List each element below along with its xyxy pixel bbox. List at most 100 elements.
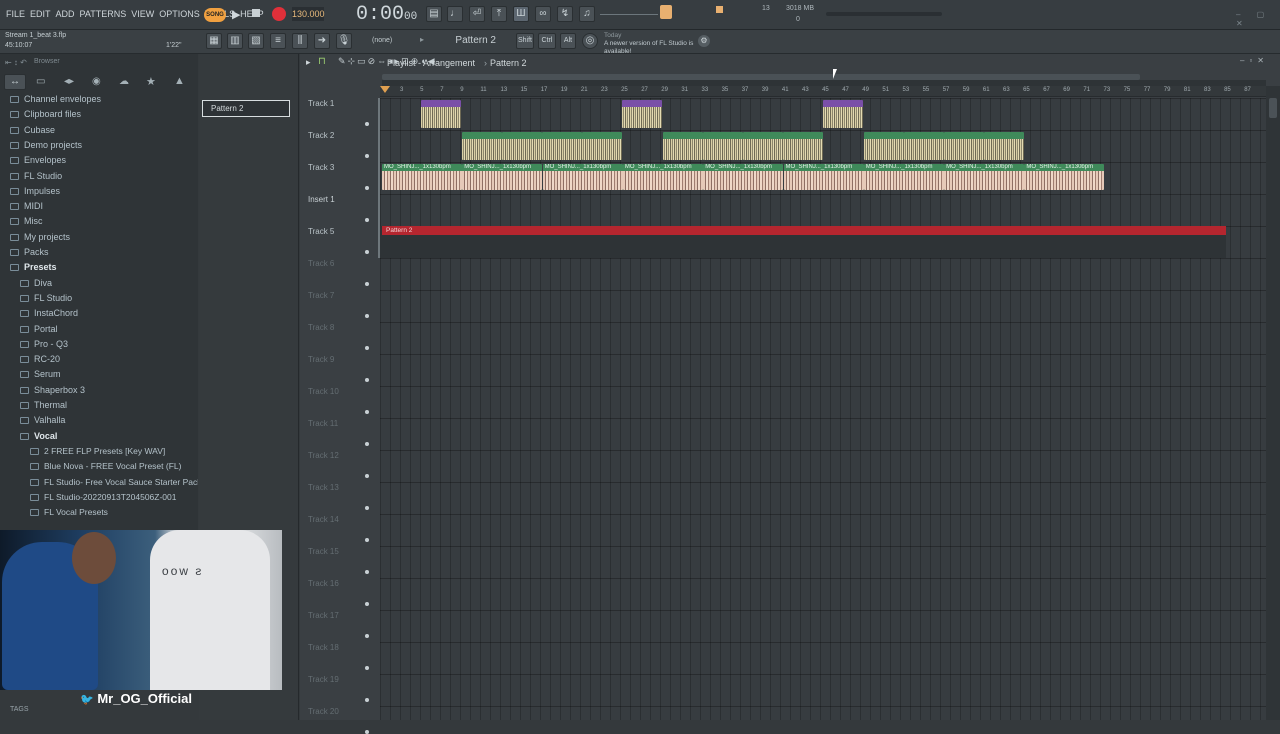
record-button[interactable] (272, 7, 286, 21)
track-name[interactable]: Track 9 (308, 355, 334, 364)
audio-clip[interactable] (542, 132, 582, 160)
menu-file[interactable]: FILE (6, 9, 25, 19)
audio-clip[interactable] (582, 132, 622, 160)
stop-icon[interactable] (252, 9, 260, 17)
shift-button[interactable]: Shift (516, 33, 534, 49)
playhead-marker-icon[interactable] (380, 86, 390, 93)
track-name[interactable]: Track 1 (308, 99, 334, 108)
track-mute-led[interactable] (365, 602, 369, 606)
channel-rack-icon[interactable]: ▧ (248, 33, 264, 49)
vertical-scroll-thumb[interactable] (1269, 98, 1277, 118)
audio-clip[interactable] (904, 132, 944, 160)
blend-notes-icon[interactable]: ↯ (557, 6, 573, 22)
track-mute-led[interactable] (365, 218, 369, 222)
pattern-song-icon[interactable]: ▤ (426, 6, 442, 22)
browser-item[interactable]: FL Studio (20, 293, 72, 308)
browser-item[interactable]: Misc (10, 216, 43, 231)
track-mute-led[interactable] (365, 666, 369, 670)
metronome-icon[interactable]: ♩ (447, 6, 463, 22)
track-mute-led[interactable] (365, 154, 369, 158)
browser-item[interactable]: MIDI (10, 201, 43, 216)
track-mute-led[interactable] (365, 282, 369, 286)
track-name[interactable]: Track 12 (308, 451, 339, 460)
microphone-icon[interactable]: 🎙 (336, 33, 352, 49)
track-name[interactable]: Track 6 (308, 259, 334, 268)
browser-star-icon[interactable]: ★ (146, 75, 156, 88)
menu-view[interactable]: VIEW (131, 9, 154, 19)
magnet-icon[interactable]: ⊓ (318, 56, 326, 67)
time-display[interactable]: 0:0000 (356, 3, 417, 26)
browser-files-icon[interactable]: ▭ (36, 76, 45, 87)
browser-item[interactable]: Clipboard files (10, 109, 81, 124)
audio-clip[interactable] (462, 132, 502, 160)
step-edit-icon[interactable]: Ш (513, 6, 529, 22)
tempo-display[interactable]: 130.000 (292, 7, 325, 21)
browser-plugins-icon[interactable]: ◂▸ (64, 76, 74, 87)
browser-item[interactable]: Diva (20, 278, 52, 293)
ctrl-button[interactable]: Ctrl (538, 33, 556, 49)
audio-clip[interactable] (864, 132, 904, 160)
menu-patterns[interactable]: PATTERNS (80, 9, 127, 19)
track-mute-led[interactable] (365, 250, 369, 254)
track-name[interactable]: Track 17 (308, 611, 339, 620)
track-name[interactable]: Track 5 (308, 227, 334, 236)
track-name[interactable]: Track 16 (308, 579, 339, 588)
audio-clip[interactable]: MO_SHINJ..._1x130bpm (863, 164, 944, 190)
alt-button[interactable]: Alt (560, 33, 576, 49)
browser-item[interactable]: Pro - Q3 (20, 339, 68, 354)
master-volume-knob[interactable] (660, 5, 672, 19)
pattern-clip[interactable]: Pattern 2 (382, 226, 1226, 235)
browser-item[interactable]: FL Studio (10, 171, 62, 186)
play-icon[interactable]: ▶ (232, 8, 240, 21)
track-mute-led[interactable] (365, 506, 369, 510)
timeline-ruler[interactable]: 3 5 7 9 11 13 15 17 19 21 23 25 27 29 31 33 35 37 39 41 43 45… (380, 86, 1266, 97)
browser-item[interactable]: My projects (10, 232, 70, 247)
audio-clip[interactable]: MO_SHINJ..._1x130bpm (944, 164, 1025, 190)
menu-edit[interactable]: EDIT (30, 9, 51, 19)
browser-item[interactable]: Cubase (10, 125, 55, 140)
browser-item[interactable]: RC-20 (20, 354, 60, 369)
audio-clip[interactable] (743, 132, 783, 160)
pattern-prev-icon[interactable]: ▸ (420, 35, 424, 44)
arrow-right-icon[interactable]: ➜ (314, 33, 330, 49)
browser-collapse-icon[interactable]: ▲ (174, 75, 185, 87)
browser-cloud-icon[interactable]: ☁ (119, 76, 129, 87)
audio-clip[interactable] (502, 132, 542, 160)
track-name[interactable]: Insert 1 (308, 195, 335, 204)
wait-input-icon[interactable]: ⏎ (469, 6, 485, 22)
audio-clip[interactable]: MO_SHINJ..._1x130bpm (703, 164, 784, 190)
browser-item[interactable]: Presets (10, 262, 57, 277)
browser-item[interactable]: Impulses (10, 186, 60, 201)
plugin-picker-icon[interactable]: ⫼ (292, 33, 308, 49)
browser-item[interactable]: Shaperbox 3 (20, 385, 85, 400)
track-mute-led[interactable] (365, 378, 369, 382)
countdown-icon[interactable]: ⤒ (491, 6, 507, 22)
audio-clip[interactable]: MO_SHINJ..._1x130bpm (382, 164, 462, 190)
browser-item[interactable]: Blue Nova - FREE Vocal Preset (FL) (30, 461, 181, 476)
audio-clip[interactable] (944, 132, 984, 160)
audio-clip[interactable] (663, 132, 703, 160)
browser-item[interactable]: FL Studio- Free Vocal Sauce Starter Pack (30, 477, 198, 492)
news-icon[interactable]: ◎ (582, 33, 598, 49)
playlist-icon[interactable]: ▦ (206, 33, 222, 49)
track-name[interactable]: Track 19 (308, 675, 339, 684)
browser-item[interactable]: Envelopes (10, 155, 66, 170)
mixer-icon[interactable]: ≡ (270, 33, 286, 49)
track-mute-led[interactable] (365, 570, 369, 574)
playlist-menu-icon[interactable]: ▸ (306, 57, 311, 68)
track-mute-led[interactable] (365, 634, 369, 638)
arrangement-grid[interactable]: MO_SHINJ..._1x130bpm MO_SHINJ..._1x130bpm… (380, 98, 1266, 720)
browser-project-icon[interactable]: ◉ (92, 76, 101, 87)
track-name[interactable]: Track 20 (308, 707, 339, 716)
audio-clip[interactable] (421, 100, 461, 128)
browser-item[interactable]: FL Studio-20220913T204506Z-001 (30, 492, 176, 507)
audio-clip[interactable]: MO_SHINJ..._1x130bpm (1024, 164, 1105, 190)
pattern-selector[interactable]: Pattern 2 (432, 33, 510, 49)
track-mute-led[interactable] (365, 186, 369, 190)
browser-item[interactable]: FL Vocal Presets (30, 507, 108, 522)
browser-item[interactable]: 2 FREE FLP Presets [Key WAV] (30, 446, 165, 461)
track-name[interactable]: Track 8 (308, 323, 334, 332)
track-name[interactable]: Track 7 (308, 291, 334, 300)
audio-clip[interactable] (823, 100, 863, 128)
track-name[interactable]: Track 2 (308, 131, 334, 140)
